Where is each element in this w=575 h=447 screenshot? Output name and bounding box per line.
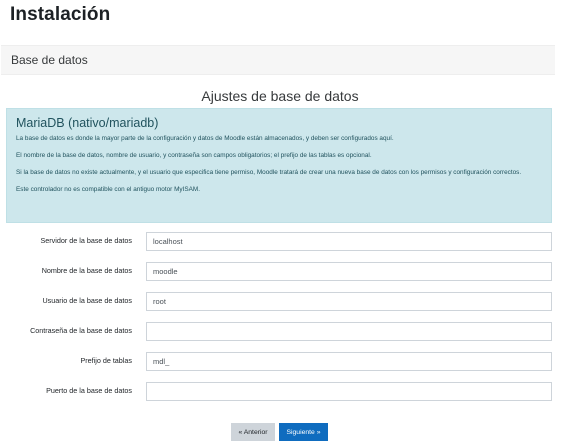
db-name-label: Nombre de la base de datos bbox=[41, 266, 132, 275]
info-paragraph-myisam: Este controlador no es compatible con el… bbox=[16, 186, 200, 193]
form-row-db-name: Nombre de la base de datos bbox=[0, 262, 560, 282]
page-title: Instalación bbox=[10, 4, 111, 25]
db-port-input[interactable] bbox=[146, 382, 552, 401]
form-row-db-port: Puerto de la base de datos bbox=[0, 382, 560, 402]
db-password-input[interactable] bbox=[146, 322, 552, 341]
database-driver-title: MariaDB (nativo/mariadb) bbox=[16, 116, 159, 130]
db-password-label: Contraseña de la base de datos bbox=[30, 326, 132, 335]
db-host-label: Servidor de la base de datos bbox=[40, 236, 132, 245]
db-name-input[interactable] bbox=[146, 262, 552, 281]
stage-label: Base de datos bbox=[11, 53, 88, 67]
form-row-db-host: Servidor de la base de datos bbox=[0, 232, 560, 252]
next-button[interactable]: Siguiente » bbox=[279, 423, 328, 441]
form-row-db-user: Usuario de la base de datos bbox=[0, 292, 560, 312]
db-user-label: Usuario de la base de datos bbox=[42, 296, 132, 305]
info-paragraph-create-database: Si la base de datos no existe actualment… bbox=[16, 169, 522, 176]
form-row-table-prefix: Prefijo de tablas bbox=[0, 352, 560, 372]
info-paragraph-required-fields: El nombre de la base de datos, nombre de… bbox=[16, 152, 372, 159]
info-paragraph-storage: La base de datos es donde la mayor parte… bbox=[16, 135, 394, 142]
table-prefix-label: Prefijo de tablas bbox=[80, 356, 132, 365]
db-user-input[interactable] bbox=[146, 292, 552, 311]
previous-button[interactable]: « Anterior bbox=[231, 423, 275, 441]
form-row-db-password: Contraseña de la base de datos bbox=[0, 322, 560, 342]
db-host-input[interactable] bbox=[146, 232, 552, 251]
database-info-box: MariaDB (nativo/mariadb) La base de dato… bbox=[6, 108, 552, 223]
db-port-label: Puerto de la base de datos bbox=[46, 386, 132, 395]
table-prefix-input[interactable] bbox=[146, 352, 552, 371]
stage-bar: Base de datos bbox=[1, 45, 555, 75]
section-heading: Ajustes de base de datos bbox=[201, 88, 359, 104]
